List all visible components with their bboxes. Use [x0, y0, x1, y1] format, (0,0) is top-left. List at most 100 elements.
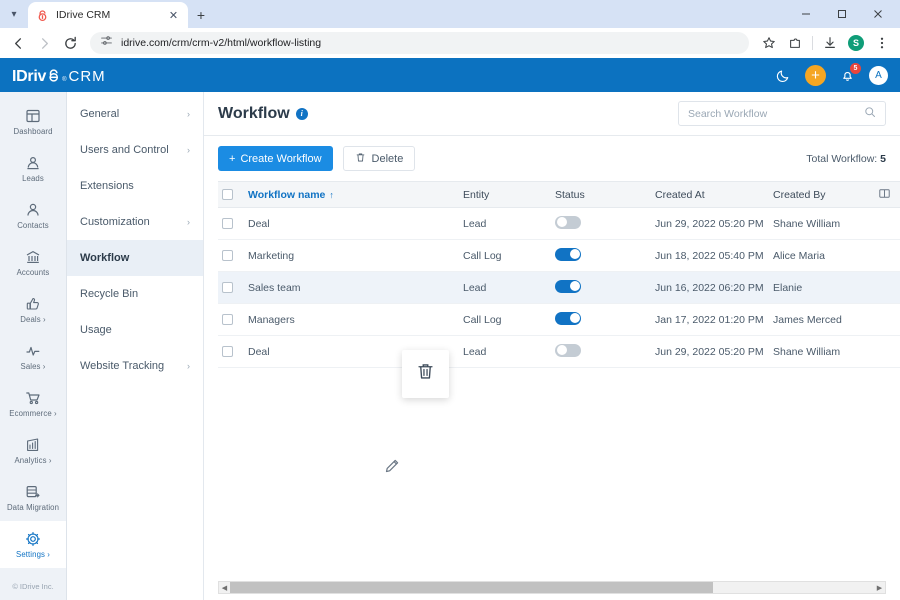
window-maximize-icon[interactable] — [824, 0, 860, 28]
status-toggle-off[interactable] — [555, 343, 581, 357]
create-workflow-button[interactable]: + Create Workflow — [218, 146, 333, 171]
idrive-favicon — [36, 9, 49, 22]
sidebar-item-leads[interactable]: Leads — [0, 145, 66, 192]
bookmark-star-icon[interactable] — [757, 31, 781, 55]
back-arrow-icon[interactable] — [6, 31, 30, 55]
main-sidebar: Dashboard Leads Contacts Accounts Deals … — [0, 92, 67, 600]
row-select-cell[interactable] — [218, 335, 244, 368]
toggle-knob — [569, 281, 580, 291]
trash-delete-icon[interactable] — [416, 362, 435, 386]
subnav-item-workflow[interactable]: Workflow — [67, 240, 203, 276]
site-settings-tune-icon[interactable] — [100, 34, 113, 52]
browser-toolbar: idrive.com/crm/crm-v2/html/workflow-list… — [0, 28, 900, 58]
reload-icon[interactable] — [58, 31, 82, 55]
tab-close-icon[interactable]: ✕ — [167, 9, 180, 22]
user-avatar[interactable]: A — [869, 65, 888, 85]
table-row[interactable]: Deal Lead Jun 29, 2022 05:20 PM Shane Wi… — [218, 335, 900, 368]
search-input[interactable] — [688, 107, 864, 120]
sidebar-item-ecommerce[interactable]: Ecommerce › — [0, 380, 66, 427]
subnav-item-general[interactable]: General › — [67, 96, 203, 132]
forward-arrow-icon[interactable] — [32, 31, 56, 55]
status-toggle-off[interactable] — [555, 215, 581, 229]
column-header-label: Status — [555, 188, 585, 201]
table-row[interactable]: Marketing Call Log Jun 18, 2022 05:40 PM… — [218, 239, 900, 272]
subnav-item-recycle-bin[interactable]: Recycle Bin — [67, 276, 203, 312]
sidebar-item-data-migration[interactable]: Data Migration — [0, 474, 66, 521]
select-all-header[interactable] — [218, 181, 244, 208]
subnav-item-users-and-control[interactable]: Users and Control › — [67, 132, 203, 168]
cell-status[interactable] — [551, 271, 651, 304]
sidebar-item-dashboard[interactable]: Dashboard — [0, 98, 66, 145]
cell-status[interactable] — [551, 239, 651, 272]
table-row[interactable]: Sales team Lead Jun 16, 2022 06:20 PM El… — [218, 271, 900, 304]
sidebar-item-contacts[interactable]: Contacts — [0, 192, 66, 239]
pencil-edit-icon[interactable] — [384, 458, 400, 474]
row-checkbox[interactable] — [222, 218, 233, 230]
row-checkbox[interactable] — [222, 314, 233, 326]
row-select-cell[interactable] — [218, 303, 244, 336]
sidebar-item-analytics[interactable]: Analytics › — [0, 427, 66, 474]
sidebar-item-sales[interactable]: Sales › — [0, 333, 66, 380]
subnav-item-label: General — [80, 108, 120, 120]
column-header-status[interactable]: Status — [551, 181, 651, 208]
address-bar-url: idrive.com/crm/crm-v2/html/workflow-list… — [121, 37, 322, 49]
scrollbar-thumb[interactable] — [230, 582, 713, 593]
app-header: IDriv ® CRM + 5 A — [0, 58, 900, 92]
cell-status[interactable] — [551, 303, 651, 336]
row-checkbox[interactable] — [222, 346, 233, 358]
info-icon[interactable]: i — [295, 107, 308, 120]
search-icon[interactable] — [864, 105, 876, 123]
scroll-right-arrow-icon[interactable]: ▶ — [874, 584, 885, 592]
delete-label: Delete — [371, 152, 404, 165]
status-toggle-on[interactable] — [555, 247, 581, 261]
extensions-icon[interactable] — [783, 31, 807, 55]
new-tab-plus-icon[interactable]: + — [188, 2, 214, 28]
status-toggle-on[interactable] — [555, 311, 581, 325]
subnav-item-extensions[interactable]: Extensions — [67, 168, 203, 204]
cell-created-at: Jun 18, 2022 05:40 PM — [651, 239, 769, 272]
delete-button[interactable]: Delete — [342, 146, 416, 171]
cell-status[interactable] — [551, 335, 651, 368]
subnav-item-customization[interactable]: Customization › — [67, 204, 203, 240]
row-checkbox[interactable] — [222, 282, 233, 294]
bell-icon[interactable]: 5 — [840, 62, 861, 83]
search-workflow-box[interactable] — [678, 101, 886, 126]
column-settings-icon[interactable] — [878, 188, 891, 203]
tab-search-chevron-down-icon[interactable]: ▾ — [0, 0, 28, 28]
cell-actions — [874, 207, 900, 240]
address-bar[interactable]: idrive.com/crm/crm-v2/html/workflow-list… — [90, 32, 749, 54]
scroll-left-arrow-icon[interactable]: ◀ — [219, 584, 230, 592]
moon-icon[interactable] — [776, 68, 791, 83]
row-checkbox[interactable] — [222, 250, 233, 262]
sidebar-item-accounts[interactable]: Accounts — [0, 239, 66, 286]
cell-status[interactable] — [551, 207, 651, 240]
sidebar-item-settings[interactable]: Settings › — [0, 521, 66, 568]
idrive-crm-logo[interactable]: IDriv ® CRM — [12, 65, 106, 86]
browser-tab-idrive-crm[interactable]: IDrive CRM ✕ — [28, 2, 188, 28]
window-minimize-icon[interactable] — [788, 0, 824, 28]
column-header-created-at[interactable]: Created At — [651, 181, 769, 208]
create-workflow-label: Create Workflow — [240, 152, 322, 165]
status-toggle-on[interactable] — [555, 279, 581, 293]
kebab-menu-icon[interactable] — [870, 31, 894, 55]
scrollbar-track[interactable] — [230, 582, 874, 593]
downloads-icon[interactable] — [818, 31, 842, 55]
profile-avatar[interactable]: S — [844, 31, 868, 55]
table-row[interactable]: Deal Lead Jun 29, 2022 05:20 PM Shane Wi… — [218, 207, 900, 240]
column-settings-header[interactable] — [874, 181, 900, 208]
table-row[interactable]: Managers Call Log Jan 17, 2022 01:20 PM … — [218, 303, 900, 336]
column-header-workflow-name[interactable]: Workflow name ↑ — [244, 181, 459, 208]
add-plus-icon[interactable]: + — [805, 64, 826, 86]
row-select-cell[interactable] — [218, 239, 244, 272]
column-header-created-by[interactable]: Created By — [769, 181, 874, 208]
row-select-cell[interactable] — [218, 207, 244, 240]
sidebar-item-deals[interactable]: Deals › — [0, 286, 66, 333]
row-select-cell[interactable] — [218, 271, 244, 304]
column-header-entity[interactable]: Entity — [459, 181, 551, 208]
horizontal-scrollbar[interactable]: ◀ ▶ — [218, 581, 886, 594]
subnav-item-website-tracking[interactable]: Website Tracking › — [67, 348, 203, 384]
subnav-item-usage[interactable]: Usage — [67, 312, 203, 348]
window-close-icon[interactable] — [860, 0, 896, 28]
row-delete-action-card[interactable] — [402, 350, 449, 398]
select-all-checkbox[interactable] — [222, 189, 233, 201]
